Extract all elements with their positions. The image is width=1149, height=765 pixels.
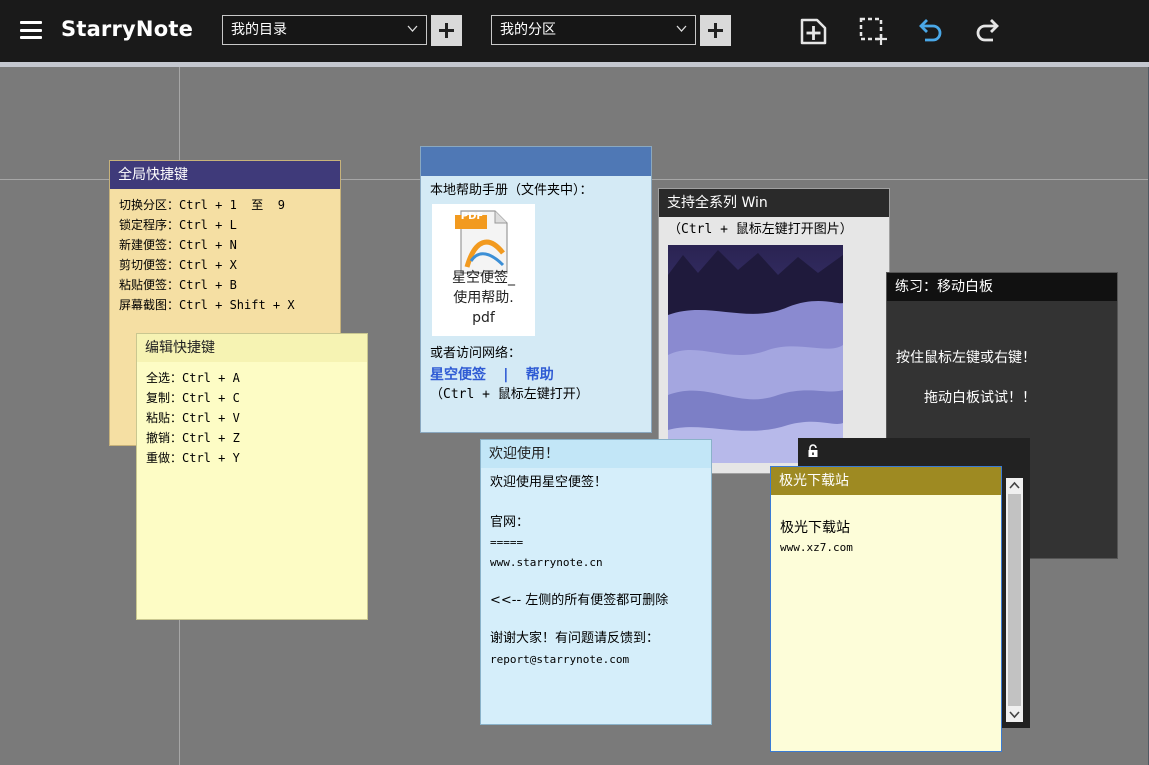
note-title[interactable]: 欢迎使用！ <box>481 440 711 468</box>
add-section-button[interactable] <box>700 15 731 46</box>
shortcut-line: 粘贴：Ctrl + V <box>146 411 240 425</box>
section-select[interactable]: 我的分区 <box>491 15 696 45</box>
directory-select-value: 我的目录 <box>231 22 287 38</box>
shortcut-line: 粘贴便签：Ctrl + B <box>119 278 237 292</box>
welcome-line: 官网： <box>490 515 530 530</box>
menu-icon[interactable] <box>20 21 42 39</box>
note-edit-shortcuts[interactable]: 编辑快捷键 全选：Ctrl + A 复制：Ctrl + C 粘贴：Ctrl + … <box>136 333 368 620</box>
shortcut-line: 重做：Ctrl + Y <box>146 451 240 465</box>
chevron-down-icon <box>676 25 687 32</box>
note-xz7[interactable]: 极光下载站 极光下载站 www.xz7.com <box>770 466 1002 752</box>
pdf-file-name: 使用帮助. <box>453 290 514 306</box>
chevron-down-icon <box>407 25 418 32</box>
note-title[interactable]: 全局快捷键 <box>110 161 340 189</box>
shortcut-line: 新建便签：Ctrl + N <box>119 238 237 252</box>
pdf-badge: PDF <box>460 211 484 222</box>
image-hint: （Ctrl + 鼠标左键打开图片） <box>668 222 853 237</box>
snow-landscape-image[interactable] <box>668 245 843 463</box>
shortcut-line: 撤销：Ctrl + Z <box>146 431 240 445</box>
help-web-label: 或者访问网络： <box>430 346 522 361</box>
unlock-icon[interactable] <box>807 444 819 458</box>
screenshot-icon[interactable] <box>858 16 888 46</box>
note-title[interactable]: 支持全系列 Win <box>659 189 889 217</box>
note-help[interactable]: 本地帮助手册（文件夹中）： PDF 星空便签_ 使用帮助. pdf 或者访问网络… <box>420 146 652 433</box>
welcome-line: ===== <box>490 536 524 549</box>
add-directory-button[interactable] <box>431 15 462 46</box>
pdf-file-tile[interactable]: PDF 星空便签_ 使用帮助. pdf <box>432 204 535 336</box>
note-title[interactable]: 极光下载站 <box>771 467 1001 495</box>
whiteboard-line: 按住鼠标左键或右键！ <box>896 350 1036 366</box>
whiteboard-line: 拖动白板试试！！ <box>924 390 1036 406</box>
pdf-file-name: 星空便签_ <box>452 270 515 286</box>
welcome-line: 欢迎使用星空便签！ <box>490 475 608 490</box>
section-select-value: 我的分区 <box>500 22 556 38</box>
directory-select[interactable]: 我的目录 <box>222 15 427 45</box>
link-separator: | <box>501 367 511 383</box>
shortcut-line: 复制：Ctrl + C <box>146 391 240 405</box>
new-note-icon[interactable] <box>798 16 828 46</box>
scroll-up-icon[interactable] <box>1006 478 1023 494</box>
welcome-line: 谢谢大家！有问题请反馈到： <box>490 631 660 646</box>
toolbar-divider <box>0 62 1149 67</box>
website-text: www.starrynote.cn <box>490 556 603 569</box>
pdf-file-name: pdf <box>472 310 495 326</box>
shortcut-line: 剪切便签：Ctrl + X <box>119 258 237 272</box>
note-welcome[interactable]: 欢迎使用！ 欢迎使用星空便签！ 官网： ===== www.starrynote… <box>480 439 712 725</box>
help-intro: 本地帮助手册（文件夹中）： <box>430 183 593 198</box>
welcome-line: <<-- 左侧的所有便签都可删除 <box>490 593 669 608</box>
scroll-down-icon[interactable] <box>1006 706 1023 722</box>
help-link[interactable]: 帮助 <box>526 367 554 383</box>
xz7-url: www.xz7.com <box>780 541 853 554</box>
note-title[interactable] <box>421 147 651 176</box>
report-email: report@starrynote.com <box>490 653 630 666</box>
scrollbar-thumb[interactable] <box>1008 494 1021 706</box>
note-image[interactable]: 支持全系列 Win （Ctrl + 鼠标左键打开图片） <box>658 188 890 474</box>
shortcut-line: 锁定程序：Ctrl + L <box>119 218 237 232</box>
note-title[interactable]: 编辑快捷键 <box>137 334 367 362</box>
shortcut-line: 屏幕截图：Ctrl + Shift + X <box>119 298 295 312</box>
shortcut-line: 全选：Ctrl + A <box>146 371 240 385</box>
redo-icon[interactable] <box>973 16 1003 46</box>
shortcut-line: 切换分区：Ctrl + 1 至 9 <box>119 198 285 212</box>
top-toolbar: StarryNote 我的目录 我的分区 <box>0 0 1149 62</box>
undo-icon[interactable] <box>915 16 945 46</box>
starrynote-link[interactable]: 星空便签 <box>430 367 486 383</box>
app-title: StarryNote <box>61 17 194 41</box>
scrollbar[interactable] <box>1006 478 1023 722</box>
xz7-line: 极光下载站 <box>780 520 850 536</box>
help-hint: （Ctrl + 鼠标左键打开） <box>430 387 589 402</box>
note-title[interactable]: 练习：移动白板 <box>887 273 1117 301</box>
